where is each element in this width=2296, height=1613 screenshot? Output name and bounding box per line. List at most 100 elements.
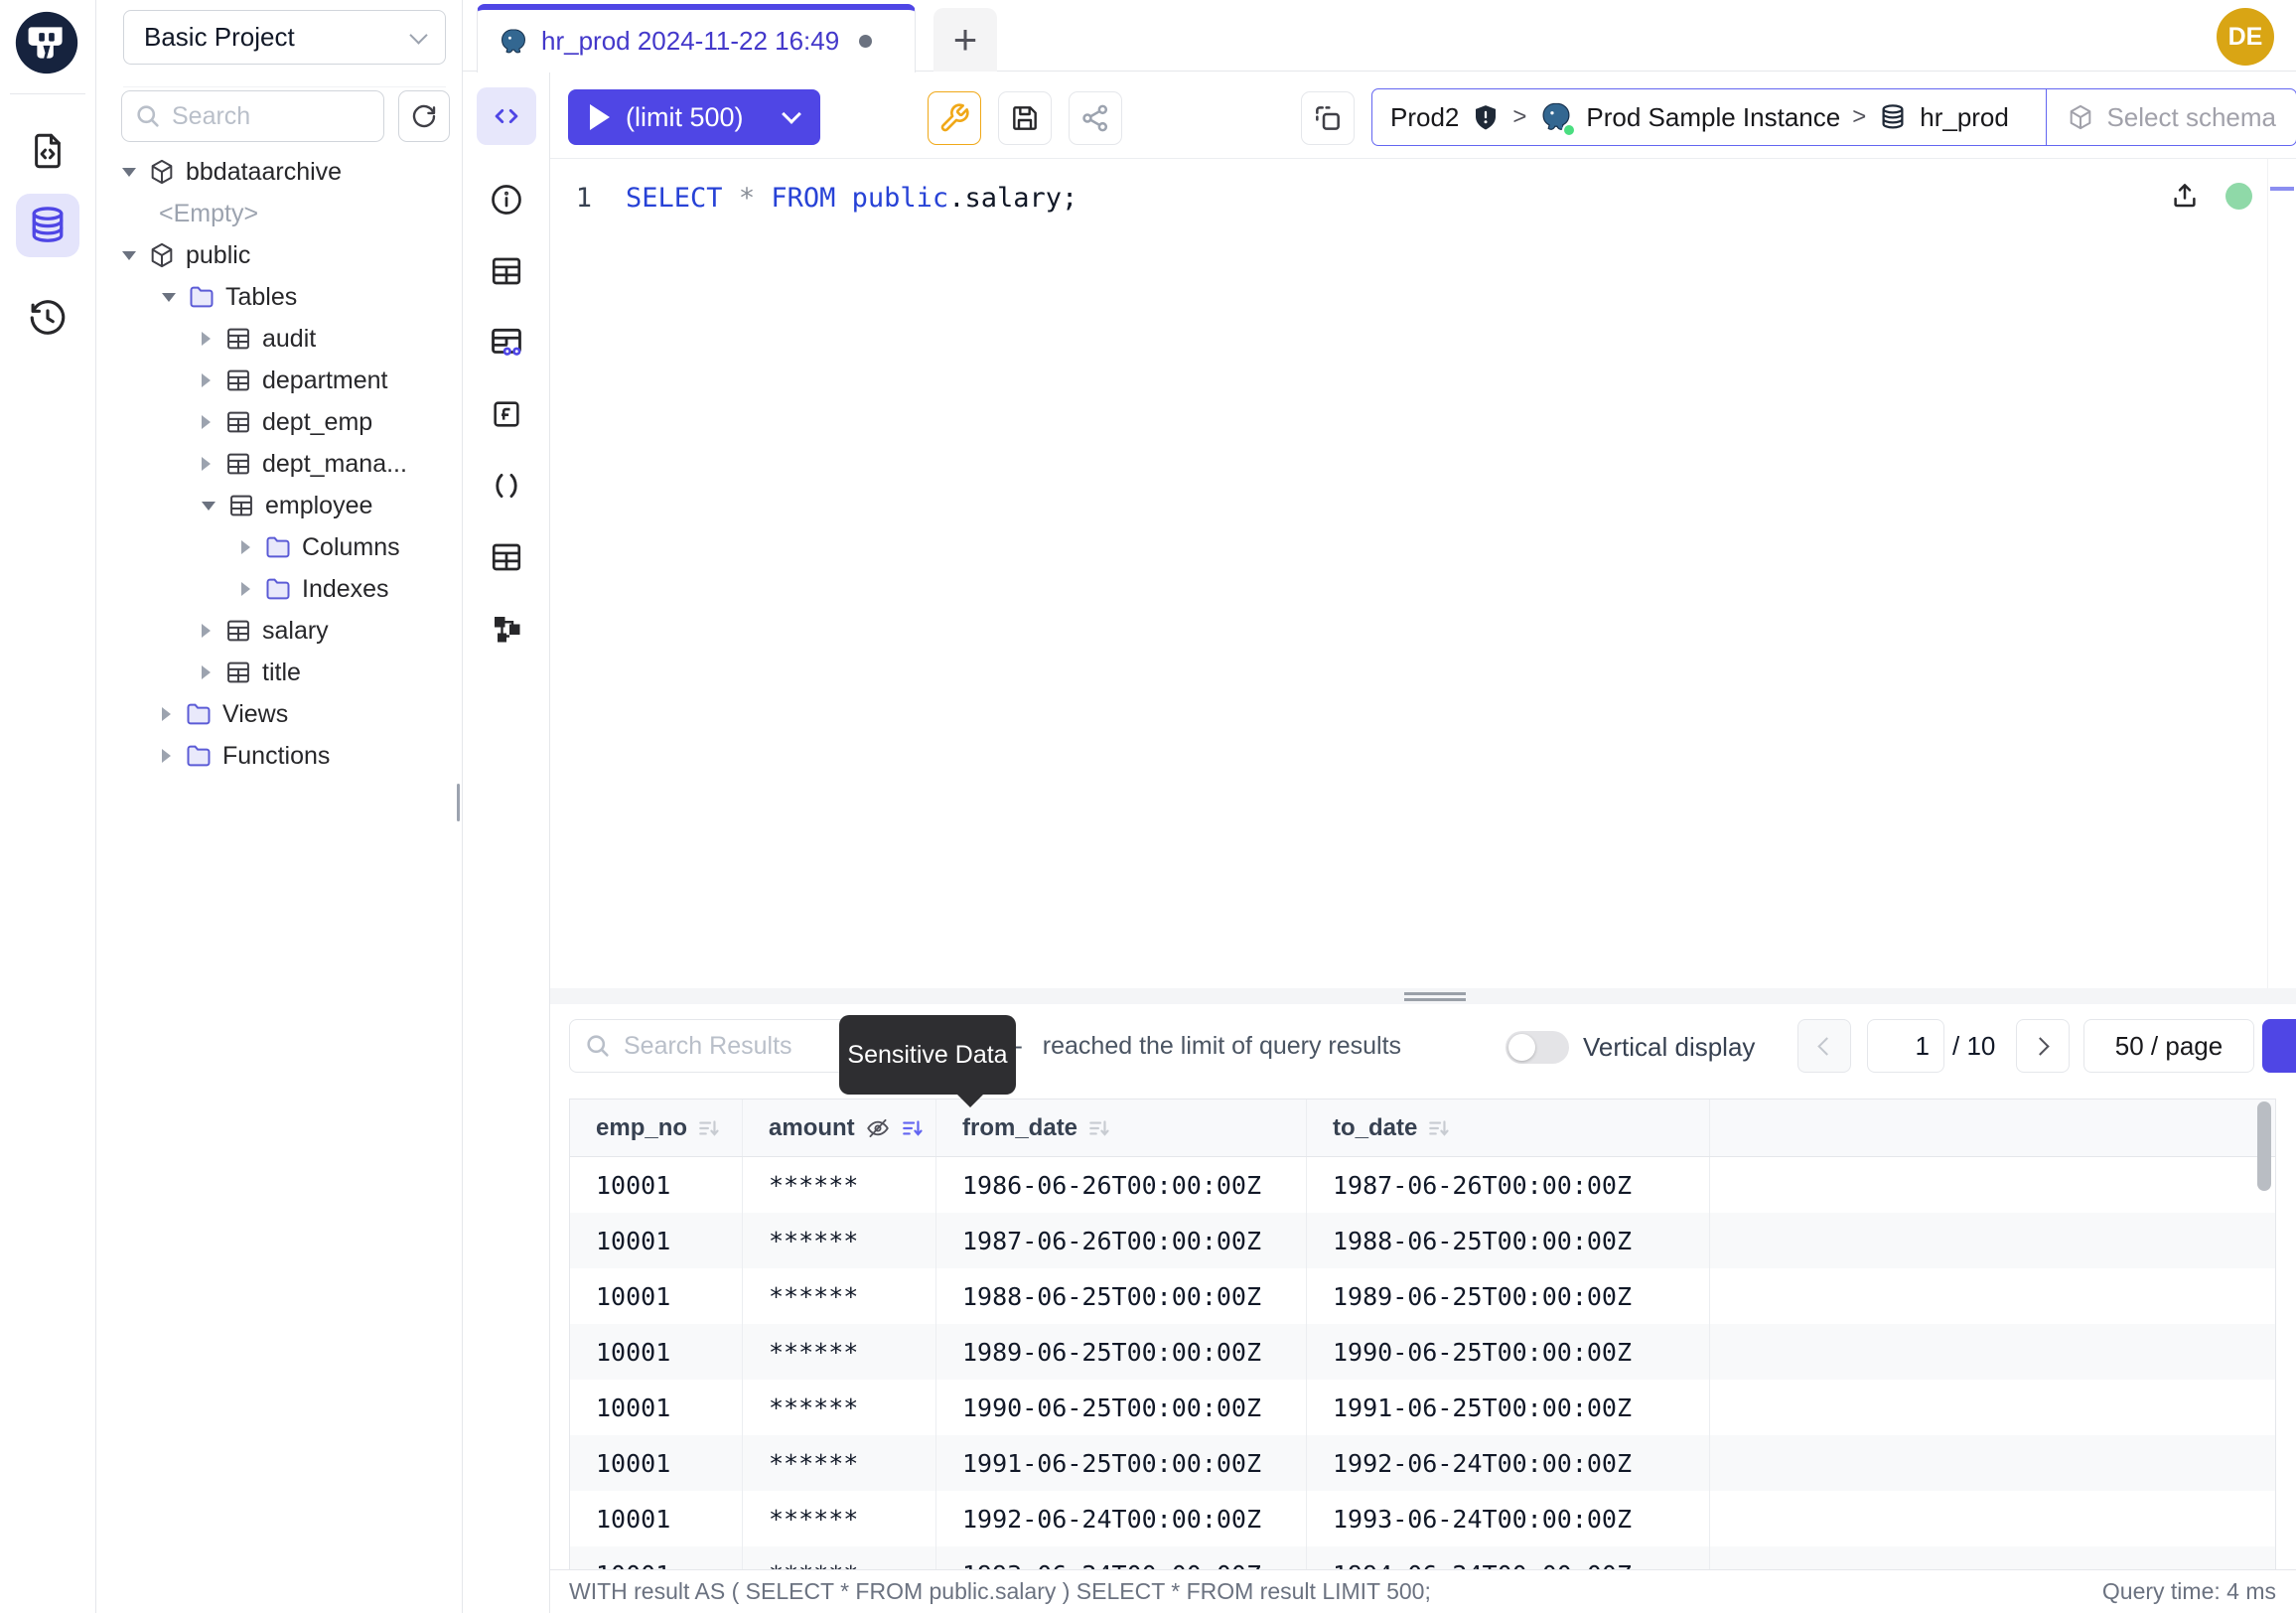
column-header-from-date[interactable]: from_date xyxy=(936,1100,1307,1156)
cell-from-date[interactable]: 1992-06-24T00:00:00Z xyxy=(936,1491,1307,1546)
toggle-panel-button[interactable] xyxy=(477,87,536,145)
sql-editor[interactable]: 1 SELECT * FROM public . salary; xyxy=(550,159,2296,988)
caret-down-icon[interactable] xyxy=(202,502,215,511)
cell-emp-no[interactable]: 10001 xyxy=(570,1546,743,1569)
table-row-partial[interactable]: 10001 ****** 1993-06-24T00:00:00Z 1994-0… xyxy=(570,1546,2275,1569)
functions-panel-button[interactable] xyxy=(487,394,526,434)
prev-page-button[interactable] xyxy=(1797,1019,1851,1073)
sidebar-search[interactable] xyxy=(121,90,384,142)
cell-from-date[interactable]: 1988-06-25T00:00:00Z xyxy=(936,1268,1307,1324)
next-page-button[interactable] xyxy=(2016,1019,2070,1073)
database-nav-button[interactable] xyxy=(16,194,79,257)
table-row[interactable]: 10001 ****** 1989-06-25T00:00:00Z 1990-0… xyxy=(570,1324,2275,1380)
cell-to-date[interactable]: 1992-06-24T00:00:00Z xyxy=(1307,1435,1710,1491)
caret-right-icon[interactable] xyxy=(202,624,211,638)
cell-to-date[interactable]: 1994-06-24T00:00:00Z xyxy=(1307,1546,1710,1569)
tree-item-table-salary[interactable]: salary xyxy=(96,610,463,652)
bytebase-logo[interactable] xyxy=(13,9,80,76)
tree-item-table-dept-manager[interactable]: dept_mana... xyxy=(96,443,463,485)
table-row[interactable]: 10001 ****** 1988-06-25T00:00:00Z 1989-0… xyxy=(570,1268,2275,1324)
cell-emp-no[interactable]: 10001 xyxy=(570,1435,743,1491)
result-table[interactable]: emp_no amount from_date to_date xyxy=(569,1099,2276,1569)
column-header-emp-no[interactable]: emp_no xyxy=(570,1100,743,1156)
cell-emp-no[interactable]: 10001 xyxy=(570,1157,743,1213)
column-header-amount[interactable]: amount xyxy=(743,1100,936,1156)
caret-right-icon[interactable] xyxy=(241,582,250,596)
tree-item-database[interactable]: bbdataarchive xyxy=(96,151,463,193)
schema-select[interactable]: Select schema xyxy=(2046,89,2296,145)
save-button[interactable] xyxy=(998,91,1052,145)
panel-resize-handle[interactable] xyxy=(550,988,2296,1004)
external-tables-panel-button[interactable] xyxy=(487,323,526,363)
cell-from-date[interactable]: 1993-06-24T00:00:00Z xyxy=(936,1546,1307,1569)
caret-right-icon[interactable] xyxy=(162,707,171,721)
table-row[interactable]: 10001 ****** 1990-06-25T00:00:00Z 1991-0… xyxy=(570,1380,2275,1435)
cell-emp-no[interactable]: 10001 xyxy=(570,1380,743,1435)
cell-amount-masked[interactable]: ****** xyxy=(743,1324,936,1380)
project-select[interactable]: Basic Project xyxy=(123,10,446,65)
sort-icon-active[interactable] xyxy=(901,1116,925,1140)
batch-query-button[interactable] xyxy=(1301,91,1355,145)
history-nav-button[interactable] xyxy=(16,286,79,350)
cell-emp-no[interactable]: 10001 xyxy=(570,1491,743,1546)
upload-icon[interactable] xyxy=(2170,181,2200,211)
page-number-input[interactable] xyxy=(1867,1019,1944,1073)
tree-item-table-title[interactable]: title xyxy=(96,652,463,693)
cell-amount-masked[interactable]: ****** xyxy=(743,1491,936,1546)
tree-item-columns[interactable]: Columns xyxy=(96,526,463,568)
tree-item-functions[interactable]: Functions xyxy=(96,735,463,777)
caret-right-icon[interactable] xyxy=(202,415,211,429)
cell-amount-masked[interactable]: ****** xyxy=(743,1435,936,1491)
caret-right-icon[interactable] xyxy=(241,540,250,554)
views-panel-button[interactable] xyxy=(487,537,526,577)
cell-to-date[interactable]: 1988-06-25T00:00:00Z xyxy=(1307,1213,1710,1268)
share-button[interactable] xyxy=(1069,91,1122,145)
caret-right-icon[interactable] xyxy=(202,373,211,387)
tree-item-table-department[interactable]: department xyxy=(96,360,463,401)
cell-emp-no[interactable]: 10001 xyxy=(570,1324,743,1380)
caret-right-icon[interactable] xyxy=(162,749,171,763)
caret-right-icon[interactable] xyxy=(202,332,211,346)
format-sql-button[interactable] xyxy=(928,91,981,145)
sort-icon[interactable] xyxy=(1087,1116,1111,1140)
cell-emp-no[interactable]: 10001 xyxy=(570,1213,743,1268)
sort-icon[interactable] xyxy=(697,1116,721,1140)
page-size-select[interactable]: 50 / page xyxy=(2083,1019,2254,1073)
column-header-to-date[interactable]: to_date xyxy=(1307,1100,1710,1156)
caret-right-icon[interactable] xyxy=(202,457,211,471)
avatar[interactable]: DE xyxy=(2217,8,2274,66)
cell-amount-masked[interactable]: ****** xyxy=(743,1546,936,1569)
cell-amount-masked[interactable]: ****** xyxy=(743,1213,936,1268)
procedures-panel-button[interactable] xyxy=(487,466,526,506)
schema-diagram-button[interactable] xyxy=(487,609,526,649)
tab-active-worksheet[interactable]: hr_prod 2024-11-22 16:49 xyxy=(477,4,916,73)
export-button-clipped[interactable] xyxy=(2262,1019,2296,1073)
cell-amount-masked[interactable]: ****** xyxy=(743,1380,936,1435)
tree-item-table-audit[interactable]: audit xyxy=(96,318,463,360)
cell-from-date[interactable]: 1987-06-26T00:00:00Z xyxy=(936,1213,1307,1268)
cell-emp-no[interactable]: 10001 xyxy=(570,1268,743,1324)
run-query-button[interactable]: (limit 500) xyxy=(568,89,820,145)
tables-panel-button[interactable] xyxy=(487,251,526,291)
cell-amount-masked[interactable]: ****** xyxy=(743,1268,936,1324)
worksheet-nav-button[interactable] xyxy=(16,119,79,183)
chevron-down-icon[interactable] xyxy=(782,104,801,124)
cell-amount-masked[interactable]: ****** xyxy=(743,1157,936,1213)
table-row[interactable]: 10001 ****** 1991-06-25T00:00:00Z 1992-0… xyxy=(570,1435,2275,1491)
tree-item-indexes[interactable]: Indexes xyxy=(96,568,463,610)
table-scrollbar-thumb[interactable] xyxy=(2257,1101,2271,1191)
sort-icon[interactable] xyxy=(1427,1116,1451,1140)
vertical-display-toggle[interactable] xyxy=(1506,1031,1569,1064)
caret-down-icon[interactable] xyxy=(122,251,136,260)
connection-path[interactable]: Prod2 > Prod Sample Instance > hr_prod xyxy=(1372,99,2046,135)
cell-to-date[interactable]: 1989-06-25T00:00:00Z xyxy=(1307,1268,1710,1324)
tree-item-tables[interactable]: Tables xyxy=(96,276,463,318)
cell-from-date[interactable]: 1991-06-25T00:00:00Z xyxy=(936,1435,1307,1491)
tree-item-views[interactable]: Views xyxy=(96,693,463,735)
new-tab-button[interactable]: + xyxy=(933,8,997,72)
info-panel-button[interactable] xyxy=(487,180,526,220)
table-row[interactable]: 10001 ****** 1992-06-24T00:00:00Z 1993-0… xyxy=(570,1491,2275,1546)
sql-line[interactable]: 1 SELECT * FROM public . salary; xyxy=(550,159,2296,214)
cell-to-date[interactable]: 1993-06-24T00:00:00Z xyxy=(1307,1491,1710,1546)
cell-from-date[interactable]: 1986-06-26T00:00:00Z xyxy=(936,1157,1307,1213)
